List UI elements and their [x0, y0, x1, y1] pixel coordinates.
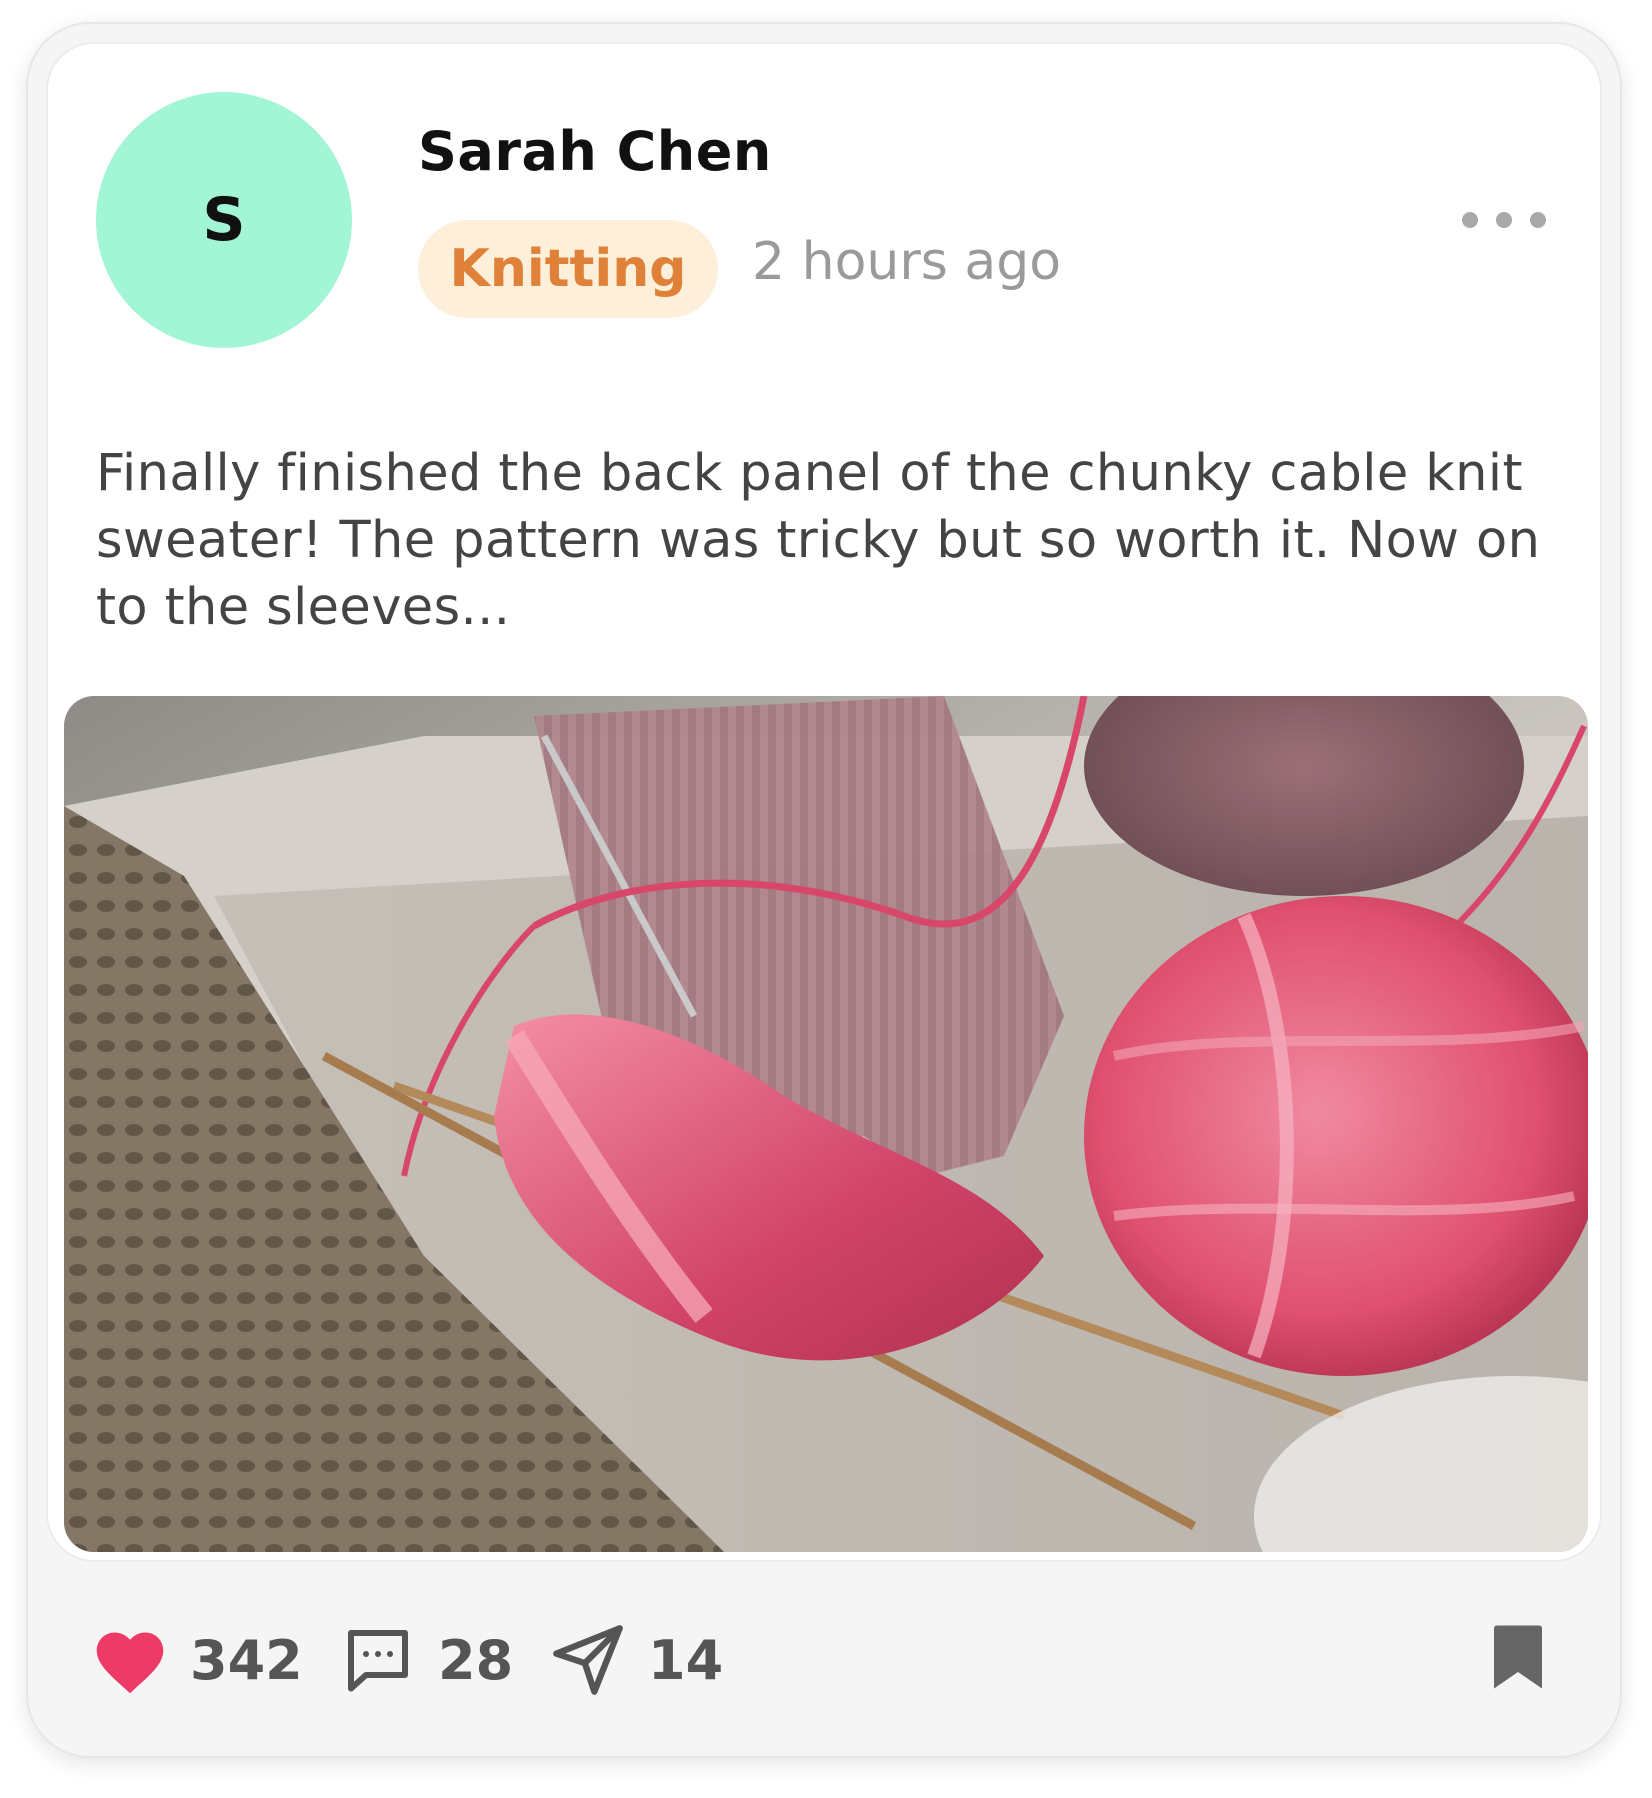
send-icon	[553, 1625, 623, 1695]
bookmark-icon	[1494, 1625, 1542, 1689]
comment-button[interactable]: 28	[340, 1610, 513, 1710]
post-text: Finally finished the back panel of the c…	[96, 444, 1541, 637]
heart-icon	[96, 1632, 164, 1694]
comment-icon	[348, 1630, 408, 1692]
like-count: 342	[190, 1628, 303, 1692]
post-actions: 342 28 14	[0, 1610, 1652, 1710]
author-name[interactable]: Sarah Chen	[418, 120, 772, 183]
avatar[interactable]: S	[96, 92, 352, 348]
more-dot-icon	[1462, 212, 1478, 228]
like-button[interactable]: 342	[92, 1610, 303, 1710]
category-tag[interactable]: Knitting	[418, 220, 718, 318]
more-options-button[interactable]	[1462, 200, 1546, 240]
comment-count: 28	[438, 1628, 514, 1692]
avatar-initial: S	[202, 185, 246, 255]
more-dot-icon	[1530, 212, 1546, 228]
post-timestamp: 2 hours ago	[752, 232, 1062, 292]
bookmark-button[interactable]	[1488, 1620, 1548, 1698]
more-dot-icon	[1496, 212, 1512, 228]
share-button[interactable]: 14	[550, 1610, 723, 1710]
share-count: 14	[648, 1628, 724, 1692]
post-image[interactable]	[64, 696, 1588, 1552]
